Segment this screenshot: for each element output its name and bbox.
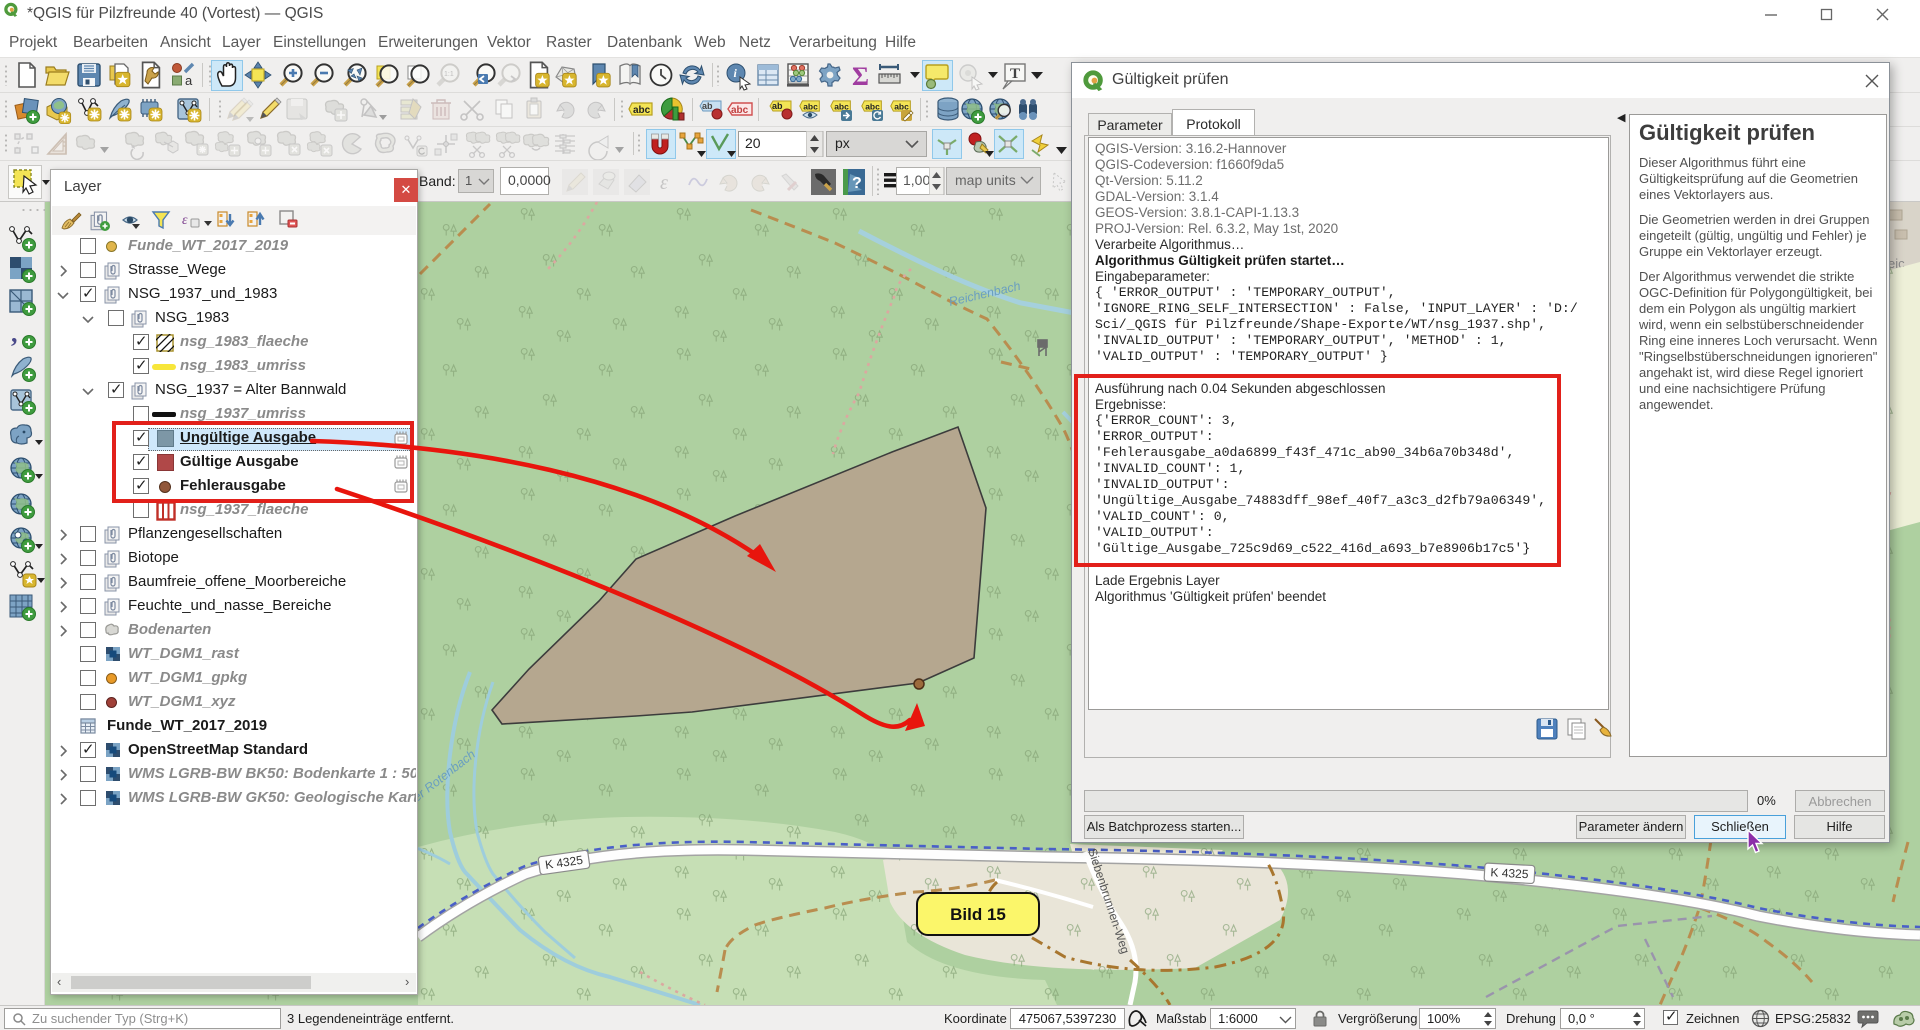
svg-text:Bild 15: Bild 15: [950, 905, 1006, 924]
svg-text:ab: ab: [702, 101, 713, 111]
svg-text:ε: ε: [182, 213, 188, 228]
svg-text:T: T: [1010, 66, 1020, 82]
svg-text:ab: ab: [772, 101, 783, 111]
svg-text:K 4325: K 4325: [1490, 865, 1529, 881]
svg-text:,: ,: [11, 319, 18, 348]
svg-text:1:1: 1:1: [444, 71, 454, 78]
svg-text:a: a: [185, 73, 193, 88]
svg-text:?: ?: [852, 175, 862, 192]
svg-text:Σ: Σ: [852, 62, 869, 91]
svg-text:abc: abc: [731, 105, 749, 116]
svg-text:ε: ε: [660, 172, 668, 194]
